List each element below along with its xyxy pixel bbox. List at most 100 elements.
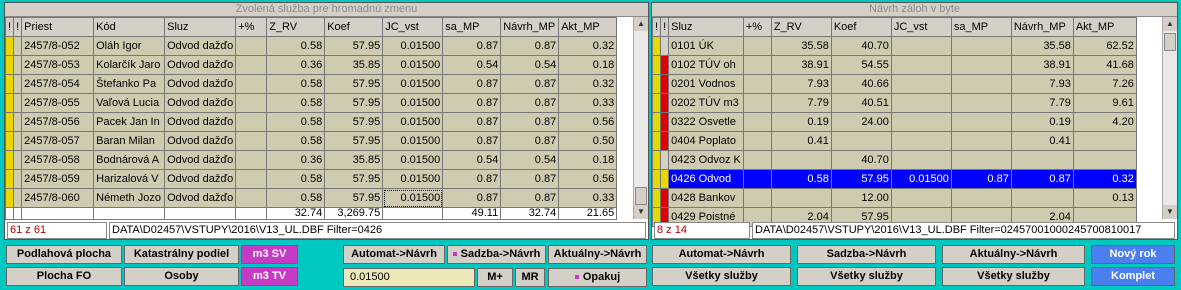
cell-akt: 0.33 xyxy=(558,93,618,113)
automat-to-proposal-button[interactable]: Automat->Návrh xyxy=(343,245,445,264)
cell-akt: 0.50 xyxy=(558,131,618,151)
cell-navrh: 7.93 xyxy=(1010,74,1074,94)
cell-akt: 7.26 xyxy=(1072,74,1137,94)
column-header[interactable]: Návrh_MP xyxy=(500,17,560,37)
service-table[interactable]: !! Priest Kód Sluz +% Z_RV Koef JC_vst sa_MP Návr… xyxy=(4,17,618,220)
column-header[interactable]: sa_MP xyxy=(950,17,1012,37)
table-row[interactable]: 0201 Vodnos 7.93 40.66 7.93 7.26 xyxy=(651,74,1137,94)
column-header[interactable]: sa_MP xyxy=(442,17,502,37)
cell-priest: 2457/8-054 xyxy=(21,74,95,94)
scroll-up-icon[interactable]: ▲ xyxy=(1163,17,1177,31)
cell-navrh: 0.19 xyxy=(1010,112,1074,132)
column-header[interactable]: +% xyxy=(742,17,772,37)
table-row[interactable]: 0322 Osvetle 0.19 24.00 0.19 4.20 xyxy=(651,112,1137,132)
memory-recall-button[interactable]: MR xyxy=(515,268,545,287)
cell-koef: 57.95 xyxy=(324,188,384,208)
repeat-button[interactable]: Opakuj xyxy=(548,268,647,287)
scroll-up-icon[interactable]: ▲ xyxy=(634,17,648,31)
complete-button[interactable]: Komplet xyxy=(1091,267,1175,286)
column-header[interactable]: +% xyxy=(235,17,268,37)
table-row[interactable]: 2457/8-058 Bodnárová A Odvod dažďo 0.36 35.8… xyxy=(4,150,618,170)
column-header[interactable]: JC_vst xyxy=(382,17,444,37)
proposal-table[interactable]: !! Sluz +% Z_RV Koef JC_vst sa_MP Návrh_MP Akt_M… xyxy=(651,17,1137,227)
cell-sluz: 0202 TÚV m3 xyxy=(668,93,744,113)
table-row[interactable]: 2457/8-056 Pacek Jan In Odvod dažďo 0.58 57.… xyxy=(4,112,618,132)
table-row[interactable]: 0101 ÚK 35.58 40.70 35.58 62.52 xyxy=(651,36,1137,56)
m3-tv-button[interactable]: m3 TV xyxy=(241,267,298,286)
new-year-button[interactable]: Nový rok xyxy=(1091,245,1175,264)
file-path: DATA\D02457\VSTUPY\2016\V13_UL.DBF Filte… xyxy=(752,222,1175,239)
all-services-button-1[interactable]: Všetky služby xyxy=(652,267,791,286)
row-marker xyxy=(660,131,670,151)
column-header[interactable]: Priest xyxy=(21,17,95,37)
column-header[interactable]: Sluz xyxy=(164,17,237,37)
table-row[interactable]: 2457/8-055 Vaľová Lucia Odvod dažďo 0.58 57.… xyxy=(4,93,618,113)
cell-sluz: Odvod dažďo xyxy=(164,36,237,56)
table-row[interactable]: 2457/8-054 Štefanko Pa Odvod dažďo 0.58 57.9… xyxy=(4,74,618,94)
table-row[interactable]: 2457/8-053 Kolarčík Jaro Odvod dažďo 0.36 35… xyxy=(4,55,618,75)
table-row[interactable]: 0423 Odvoz K 40.70 xyxy=(651,150,1137,170)
column-header[interactable]: Kód xyxy=(93,17,166,37)
cell-navrh: 0.87 xyxy=(1010,169,1074,189)
cell-sa xyxy=(950,112,1012,132)
table-row-selected[interactable]: 0426 Odvod 0.58 57.95 0.01500 0.87 0.87 0.32 xyxy=(651,169,1137,189)
cell-z_rv: 0.58 xyxy=(266,36,326,56)
rate-to-proposal-right-button[interactable]: Sadzba->Návrh xyxy=(797,245,936,264)
column-header[interactable]: Koef xyxy=(830,17,892,37)
cell-priest: 2457/8-058 xyxy=(21,150,95,170)
sum-koef: 3,269.75 xyxy=(324,207,384,220)
scroll-thumb[interactable] xyxy=(1164,33,1176,51)
table-row[interactable]: 2457/8-059 Harizalová V Odvod dažďo 0.58 57.… xyxy=(4,169,618,189)
cadastral-share-button[interactable]: Katastrálny podiel xyxy=(124,245,239,264)
column-header[interactable]: ! xyxy=(651,17,662,37)
scroll-thumb[interactable] xyxy=(635,187,647,205)
m3-sv-button[interactable]: m3 SV xyxy=(241,245,298,264)
table-row[interactable]: 0404 Poplato 0.41 0.41 xyxy=(651,131,1137,151)
all-services-button-3[interactable]: Všetky služby xyxy=(942,267,1085,286)
all-services-button-2[interactable]: Všetky služby xyxy=(797,267,936,286)
sum-cell xyxy=(13,207,23,220)
cell-percent xyxy=(742,36,772,56)
column-header[interactable]: Z_RV xyxy=(770,17,832,37)
column-header[interactable]: Sluz xyxy=(668,17,744,37)
area-fo-button[interactable]: Plocha FO xyxy=(6,267,122,286)
table-row[interactable]: 0202 TÚV m3 7.79 40.51 7.79 9.61 xyxy=(651,93,1137,113)
column-header[interactable]: ! xyxy=(13,17,23,37)
rate-to-proposal-button[interactable]: Sadzba->Návrh xyxy=(447,245,546,264)
scroll-down-icon[interactable]: ▼ xyxy=(1163,205,1177,219)
row-marker xyxy=(4,188,15,208)
automat-to-proposal-right-button[interactable]: Automat->Návrh xyxy=(652,245,791,264)
scroll-down-icon[interactable]: ▼ xyxy=(634,205,648,219)
cell-koef: 35.85 xyxy=(324,150,384,170)
column-header[interactable]: ! xyxy=(660,17,670,37)
persons-button[interactable]: Osoby xyxy=(124,267,239,286)
column-header[interactable]: ! xyxy=(4,17,15,37)
table-row[interactable]: 0102 TÚV oh 38.91 54.55 38.91 41.68 xyxy=(651,55,1137,75)
column-header[interactable]: Akt_MP xyxy=(1072,17,1137,37)
current-to-proposal-button[interactable]: Aktuálny->Návrh xyxy=(548,245,647,264)
value-input[interactable]: 0.01500 xyxy=(343,268,475,287)
left-vertical-scrollbar[interactable]: ▲ ▼ xyxy=(633,17,648,219)
cell-z_rv: 0.58 xyxy=(266,131,326,151)
current-to-proposal-right-button[interactable]: Aktuálny->Návrh xyxy=(942,245,1085,264)
table-row[interactable]: 2457/8-057 Baran Milan Odvod dažďo 0.58 57.9… xyxy=(4,131,618,151)
floor-area-button[interactable]: Podlahová plocha xyxy=(6,245,122,264)
column-header[interactable]: Akt_MP xyxy=(558,17,618,37)
row-marker xyxy=(660,74,670,94)
cell-kod: Oláh Igor xyxy=(93,36,166,56)
column-header[interactable]: Koef xyxy=(324,17,384,37)
table-row[interactable]: 0428 Bankov 12.00 0.13 xyxy=(651,188,1137,208)
memory-plus-button[interactable]: M+ xyxy=(477,268,513,287)
column-header[interactable]: Z_RV xyxy=(266,17,326,37)
right-vertical-scrollbar[interactable]: ▲ ▼ xyxy=(1162,17,1177,219)
cell-z_rv: 0.19 xyxy=(770,112,832,132)
column-header[interactable]: JC_vst xyxy=(890,17,952,37)
cell-z_rv xyxy=(770,188,832,208)
cell-jc: 0.01500 xyxy=(382,188,444,208)
cell-jc xyxy=(890,74,952,94)
column-header[interactable]: Návrh_MP xyxy=(1010,17,1074,37)
row-marker xyxy=(13,169,23,189)
table-row[interactable]: 2457/8-060 Németh Jozo Odvod dažďo 0.58 57.9… xyxy=(4,188,618,208)
table-row[interactable]: 2457/8-052 Oláh Igor Odvod dažďo 0.58 57.95 0… xyxy=(4,36,618,56)
cell-koef: 57.95 xyxy=(324,36,384,56)
